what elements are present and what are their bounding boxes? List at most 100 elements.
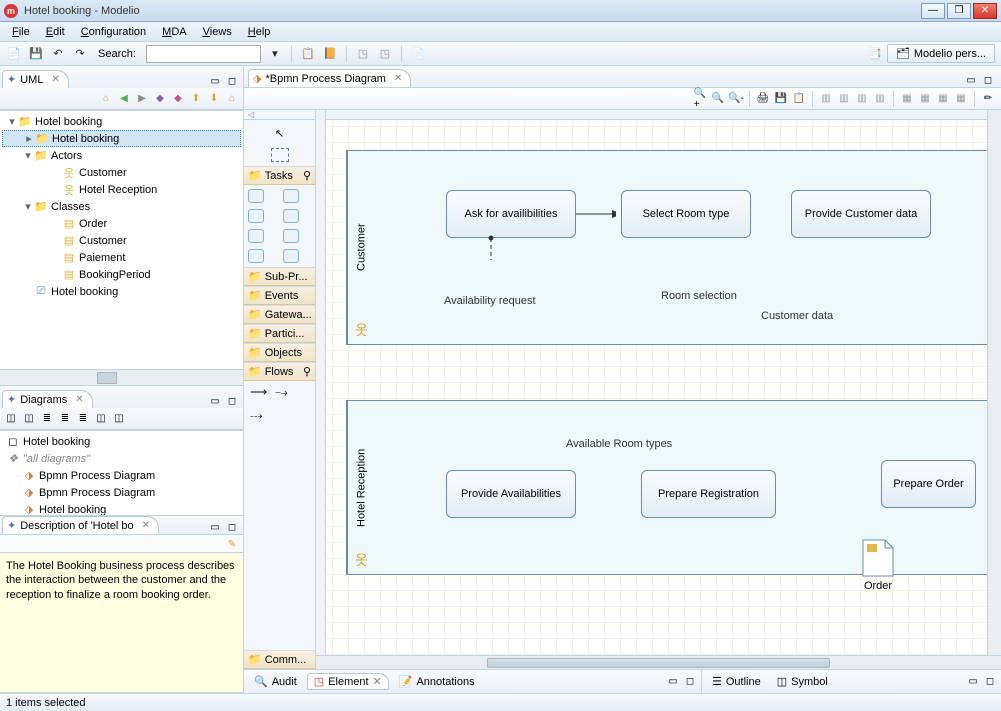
palette-group-comments[interactable]: 📁Comm... xyxy=(244,651,315,669)
palette-marquee-tool[interactable] xyxy=(271,148,289,162)
data-object-order[interactable] xyxy=(861,538,895,578)
maximize-view-icon[interactable]: ◻ xyxy=(983,675,997,689)
perspective-switch-icon[interactable]: 📑 xyxy=(867,46,883,62)
palette-group-gateways[interactable]: 📁Gatewa... xyxy=(244,306,315,324)
audit-tab[interactable]: 🔍Audit xyxy=(248,674,303,689)
element-tab[interactable]: ◳Element✕ xyxy=(307,673,389,690)
toolbar-icon-d[interactable]: ◳ xyxy=(377,46,393,62)
palette-task-item[interactable] xyxy=(248,189,264,203)
canvas-vscrollbar[interactable] xyxy=(987,110,1001,669)
undo-icon[interactable]: ↶ xyxy=(50,46,66,62)
diag-tb-icon[interactable]: ≣ xyxy=(40,412,54,426)
palette-group-subprocesses[interactable]: 📁Sub-Pr... xyxy=(244,268,315,286)
align-icon[interactable]: ▥ xyxy=(819,92,833,106)
diagram-canvas[interactable]: Customer 옷 Hotel Reception 옷 Ask for ava… xyxy=(316,110,1001,669)
nav-home-icon[interactable]: ⌂ xyxy=(99,92,113,106)
diag-tree-all[interactable]: ❖"all diagrams" xyxy=(2,450,241,467)
diag-tree-d3[interactable]: ⬗Hotel booking xyxy=(2,501,241,515)
task-prepare-order[interactable]: Prepare Order xyxy=(881,460,976,508)
perspective-button[interactable]: 🗂 Modelio pers... xyxy=(887,44,995,63)
tree-row-actor-reception[interactable]: 옷Hotel Reception xyxy=(2,181,241,198)
maximize-view-icon[interactable]: ◻ xyxy=(225,520,239,534)
tree-row-diagram[interactable]: ⎚Hotel booking xyxy=(2,283,241,300)
minimize-button[interactable]: — xyxy=(921,3,945,19)
close-button[interactable]: ✕ xyxy=(973,3,997,19)
diag-tb-icon[interactable]: ≣ xyxy=(58,412,72,426)
toolbar-icon-e[interactable]: 📄 xyxy=(410,46,426,62)
tree-row-classes[interactable]: ▾📁Classes xyxy=(2,198,241,215)
new-icon[interactable]: 📄 xyxy=(6,46,22,62)
tree-row-root[interactable]: ▾📁Hotel booking xyxy=(2,113,241,130)
palette-task-item[interactable] xyxy=(283,209,299,223)
palette-task-item[interactable] xyxy=(248,249,264,263)
copy-icon[interactable]: 📋 xyxy=(792,92,806,106)
minimize-view-icon[interactable]: ▭ xyxy=(208,74,222,88)
minimize-view-icon[interactable]: ▭ xyxy=(966,675,980,689)
zoom-out-icon[interactable]: 🔍- xyxy=(729,92,743,106)
minimize-view-icon[interactable]: ▭ xyxy=(208,394,222,408)
palette-group-tasks[interactable]: 📁Tasks⚲ xyxy=(244,167,315,185)
close-icon[interactable]: ✕ xyxy=(142,520,150,531)
diag-tree-d2[interactable]: ⬗Bpmn Process Diagram xyxy=(2,484,241,501)
maximize-button[interactable]: ❐ xyxy=(947,3,971,19)
maximize-view-icon[interactable]: ◻ xyxy=(225,74,239,88)
print-icon[interactable]: 🖨 xyxy=(756,92,770,106)
symbol-tab[interactable]: ◫Symbol xyxy=(771,674,834,689)
palette-group-participants[interactable]: 📁Partici... xyxy=(244,325,315,343)
annotations-tab[interactable]: 📝Annotations xyxy=(393,674,481,689)
menu-help[interactable]: Help xyxy=(240,26,279,38)
tree-row-cls-paiement[interactable]: ▤Paiement xyxy=(2,249,241,266)
palette-select-tool[interactable]: ↖ xyxy=(271,124,289,142)
search-input[interactable] xyxy=(146,45,261,63)
nav-icon-a[interactable]: ◆ xyxy=(153,92,167,106)
menu-configuration[interactable]: Configuration xyxy=(73,26,154,38)
zoom-reset-icon[interactable]: 🔍 xyxy=(711,92,725,106)
maximize-view-icon[interactable]: ◻ xyxy=(225,394,239,408)
nav-up-icon[interactable]: ⬆ xyxy=(189,92,203,106)
save-diag-icon[interactable]: 💾 xyxy=(774,92,788,106)
palette-task-item[interactable] xyxy=(283,229,299,243)
nav-icon-b[interactable]: ◆ xyxy=(171,92,185,106)
align-icon[interactable]: ▥ xyxy=(855,92,869,106)
zoom-in-icon[interactable]: 🔍+ xyxy=(693,92,707,106)
diag-tb-icon[interactable]: ◫ xyxy=(22,412,36,426)
outline-tab[interactable]: ☰Outline xyxy=(706,674,767,689)
palette-task-item[interactable] xyxy=(283,249,299,263)
tree-row-cls-customer[interactable]: ▤Customer xyxy=(2,232,241,249)
toolbar-icon-a[interactable]: 📋 xyxy=(300,46,316,62)
close-icon[interactable]: ✕ xyxy=(373,675,382,688)
menu-views[interactable]: Views xyxy=(195,26,240,38)
nav-down-icon[interactable]: ⬇ xyxy=(207,92,221,106)
nav-refresh-icon[interactable]: ⌂ xyxy=(225,92,239,106)
tree-row-pkg[interactable]: ▸📁Hotel booking xyxy=(2,130,241,147)
palette-group-objects[interactable]: 📁Objects xyxy=(244,344,315,362)
align-icon[interactable]: ▥ xyxy=(837,92,851,106)
align-icon[interactable]: ▥ xyxy=(873,92,887,106)
palette-group-flows[interactable]: 📁Flows⚲ xyxy=(244,363,315,381)
lane-customer[interactable]: Customer 옷 xyxy=(346,150,1001,345)
palette-task-item[interactable] xyxy=(283,189,299,203)
palette-task-item[interactable] xyxy=(248,209,264,223)
nav-forward-icon[interactable]: ▶ xyxy=(135,92,149,106)
close-icon[interactable]: ✕ xyxy=(51,74,59,85)
diag-tree-root[interactable]: ◻Hotel booking xyxy=(2,433,241,450)
task-prepare-registration[interactable]: Prepare Registration xyxy=(641,470,776,518)
task-ask-availabilities[interactable]: Ask for availibilities xyxy=(446,190,576,238)
menu-file[interactable]: File xyxy=(4,26,38,38)
tree-row-cls-bookingperiod[interactable]: ▤BookingPeriod xyxy=(2,266,241,283)
task-provide-customer-data[interactable]: Provide Customer data xyxy=(791,190,931,238)
palette-flow-dashed[interactable]: ⤏ xyxy=(250,408,262,423)
palette-flow-solid[interactable]: ⟶ xyxy=(250,385,267,400)
palette-task-item[interactable] xyxy=(248,229,264,243)
tree-row-cls-order[interactable]: ▤Order xyxy=(2,215,241,232)
editor-tab[interactable]: ⬗ *Bpmn Process Diagram ✕ xyxy=(248,69,411,87)
minimize-view-icon[interactable]: ▭ xyxy=(208,520,222,534)
close-icon[interactable]: ✕ xyxy=(75,394,83,405)
task-select-room-type[interactable]: Select Room type xyxy=(621,190,751,238)
redo-icon[interactable]: ↷ xyxy=(72,46,88,62)
tree-row-actor-customer[interactable]: 옷Customer xyxy=(2,164,241,181)
grid-icon[interactable]: ▦ xyxy=(918,92,932,106)
minimize-view-icon[interactable]: ▭ xyxy=(964,73,978,87)
grid-icon[interactable]: ▦ xyxy=(900,92,914,106)
palette-flow-dashed-open[interactable]: ⤍ xyxy=(275,385,287,400)
